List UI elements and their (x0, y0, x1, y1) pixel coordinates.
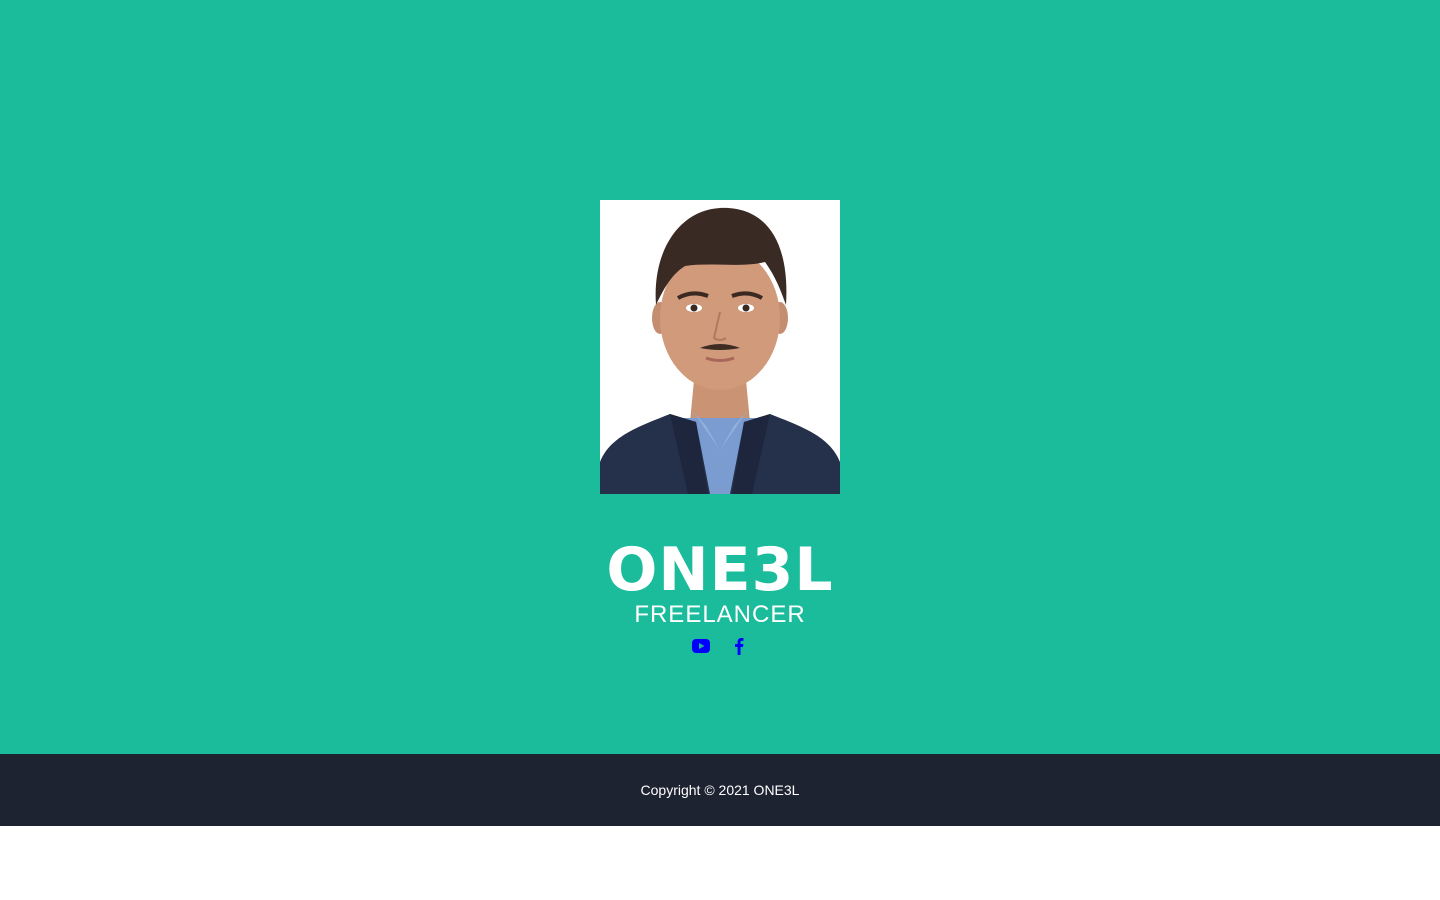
youtube-link[interactable] (692, 636, 710, 656)
facebook-link[interactable] (730, 636, 748, 656)
facebook-icon (735, 638, 744, 655)
site-name: ONE3L (606, 535, 834, 605)
copyright-text: Copyright © 2021 ONE3L (640, 782, 800, 798)
social-links (0, 636, 1440, 656)
youtube-icon (692, 639, 710, 653)
tagline: FREELANCER (634, 601, 806, 628)
profile-photo (600, 200, 840, 494)
